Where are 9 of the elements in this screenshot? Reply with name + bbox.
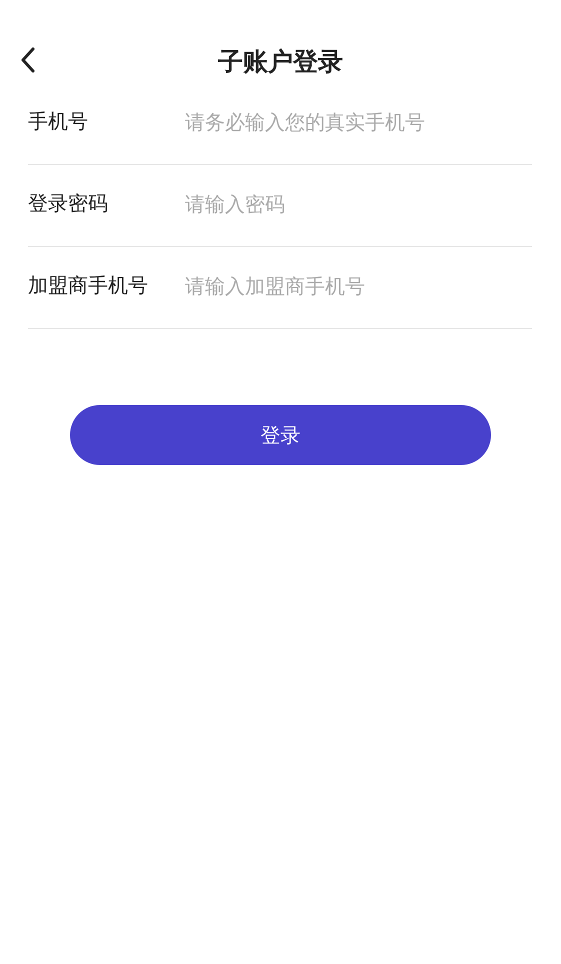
input-field[interactable]: 请输入密码 [185,192,532,216]
field-label: 登录密码 [28,190,109,217]
field-label: 手机号 [28,108,89,135]
input-field[interactable]: 请务必输入您的真实手机号 [185,110,532,134]
field-label: 加盟商手机号 [28,272,149,299]
back-icon[interactable] [20,47,36,73]
login-button[interactable]: 登录 [70,405,491,465]
input-field[interactable]: 请输入加盟商手机号 [185,274,532,298]
page-title: 子账户登录 [218,46,343,78]
